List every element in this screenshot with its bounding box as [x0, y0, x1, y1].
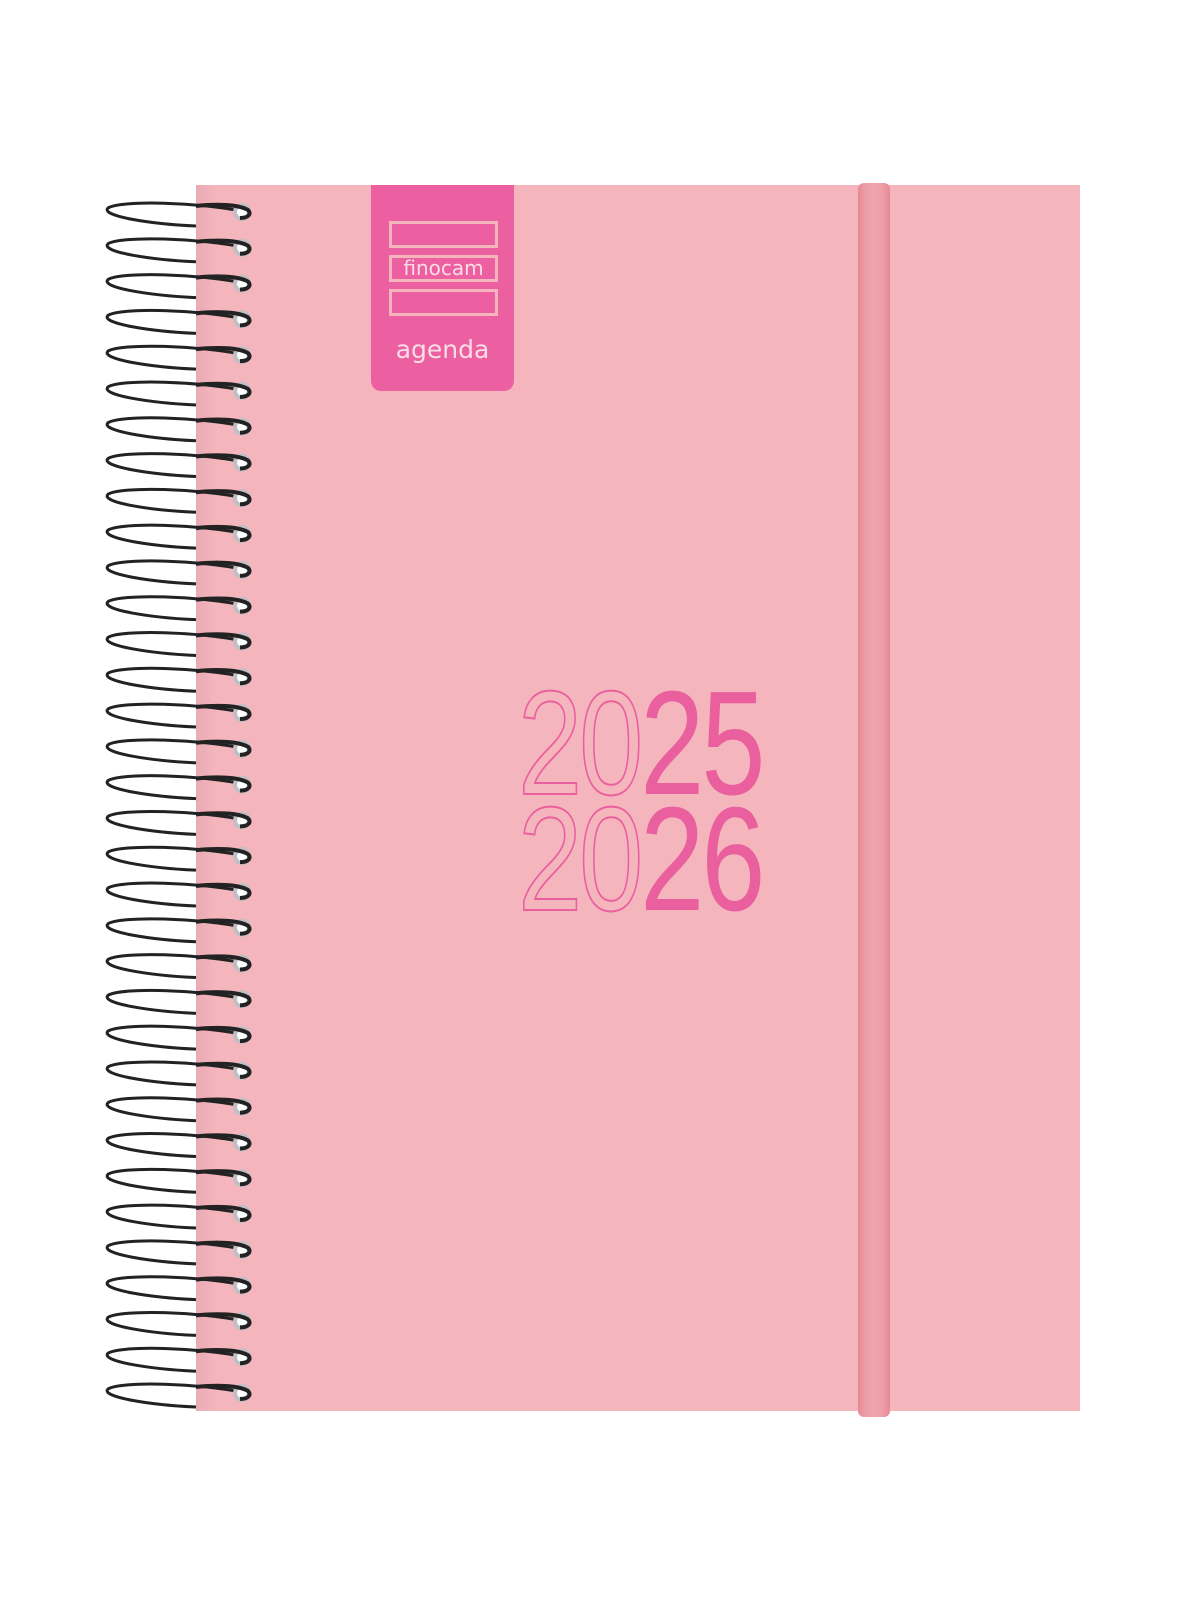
spiral-ring [105, 559, 252, 586]
spiral-ring [105, 1203, 252, 1230]
spiral-ring [105, 738, 252, 765]
spiral-ring [105, 1024, 252, 1051]
spiral-ring [105, 1382, 252, 1409]
spiral-ring [105, 452, 252, 479]
spiral-ring [105, 380, 252, 407]
spiral-ring [105, 774, 252, 801]
spiral-ring [105, 273, 252, 300]
spiral-ring [105, 237, 252, 264]
spiral-ring [105, 523, 252, 550]
spiral-ring [105, 308, 252, 335]
logo-bar-top [389, 221, 498, 248]
logo-bar-bottom [389, 289, 498, 316]
elastic-band [858, 183, 890, 1417]
spiral-ring [105, 595, 252, 622]
spiral-ring [105, 809, 252, 836]
logo-product-word: agenda [395, 335, 490, 364]
spiral-ring [105, 845, 252, 872]
spiral-ring [105, 702, 252, 729]
spiral-ring [105, 416, 252, 443]
spiral-ring [105, 953, 252, 980]
spiral-ring [105, 881, 252, 908]
spiral-ring [105, 1239, 252, 1266]
logo-brand-text: finocam [403, 256, 484, 280]
spiral-ring [105, 917, 252, 944]
spiral-ring [105, 631, 252, 657]
spiral-ring [105, 1060, 252, 1087]
spiral-ring [105, 1167, 252, 1194]
brand-logo-tag: finocam agenda [371, 185, 514, 391]
year-2-outline-digits: 20 [517, 777, 644, 942]
year-2-solid-digits: 26 [640, 777, 765, 942]
spiral-ring [105, 1275, 252, 1302]
spiral-ring [105, 201, 252, 228]
year-line-2: 2026 [517, 785, 765, 935]
spiral-ring [105, 1096, 252, 1123]
spiral-ring [105, 487, 252, 514]
spiral-ring [105, 666, 252, 693]
spiral-ring [105, 344, 252, 371]
spiral-ring [105, 988, 252, 1015]
spiral-binding [105, 201, 252, 1409]
spiral-ring [105, 1346, 252, 1373]
spiral-ring [105, 1310, 252, 1337]
spiral-ring [105, 1132, 252, 1158]
